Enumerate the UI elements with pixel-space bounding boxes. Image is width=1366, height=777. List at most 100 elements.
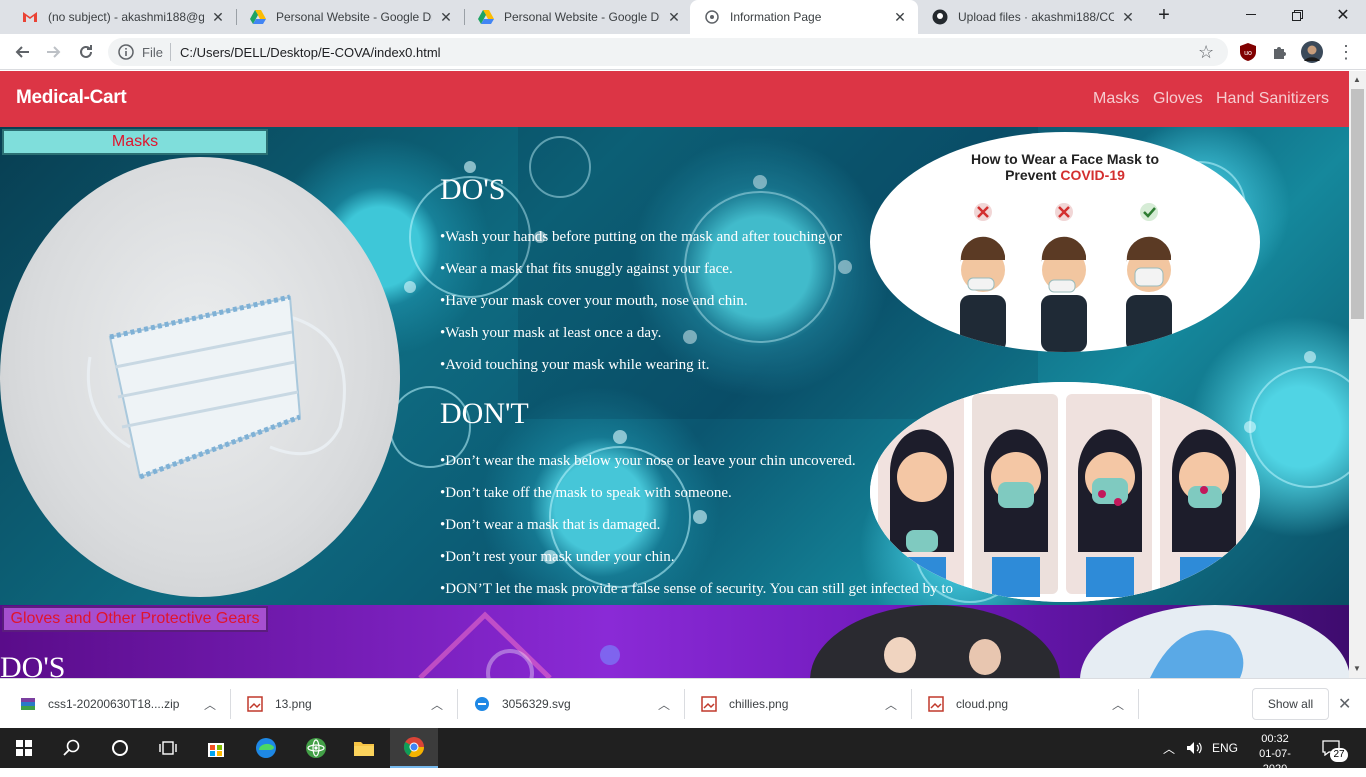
browser-tab-gmail[interactable]: (no subject) - akashmi188@gmail.com ✕ bbox=[8, 0, 236, 34]
microsoft-store-button[interactable] bbox=[192, 728, 240, 768]
download-item[interactable]: cloud.png ︿ bbox=[908, 679, 1130, 729]
person-figure bbox=[960, 236, 1006, 352]
chevron-up-icon[interactable]: ︿ bbox=[652, 696, 676, 713]
chevron-up-icon[interactable]: ︿ bbox=[198, 696, 222, 713]
browser-tab-drive-2[interactable]: Personal Website - Google Drive ✕ bbox=[464, 0, 692, 34]
start-button[interactable] bbox=[0, 728, 48, 768]
download-item[interactable]: chillies.png ︿ bbox=[681, 679, 903, 729]
volume-icon[interactable] bbox=[1186, 728, 1204, 768]
tab-title: Information Page bbox=[730, 10, 822, 24]
extensions-button[interactable] bbox=[1264, 34, 1296, 70]
forward-button[interactable] bbox=[38, 34, 70, 70]
zip-archive-icon bbox=[20, 696, 36, 712]
close-tab-icon[interactable]: ✕ bbox=[210, 9, 226, 26]
language-indicator[interactable]: ENG bbox=[1212, 728, 1238, 768]
cortana-button[interactable] bbox=[96, 728, 144, 768]
svg-file-icon bbox=[474, 696, 490, 712]
gloves-section-background: Gloves and Other Protective Gears DO'S bbox=[0, 605, 1349, 678]
image-file-icon bbox=[928, 696, 944, 712]
chrome-taskbar-button[interactable] bbox=[390, 728, 438, 768]
woman-figure bbox=[890, 429, 954, 597]
chevron-up-icon[interactable]: ︿ bbox=[425, 696, 449, 713]
woman-figure bbox=[1078, 429, 1142, 597]
close-tab-icon[interactable]: ✕ bbox=[438, 9, 454, 26]
task-view-button[interactable] bbox=[144, 728, 192, 768]
tab-title: Personal Website - Google Drive bbox=[504, 10, 660, 24]
download-item[interactable]: css1-20200630T18....zip ︿ bbox=[0, 679, 222, 729]
minimize-window-button[interactable] bbox=[1228, 0, 1274, 30]
scroll-up-arrow-icon[interactable]: ▲ bbox=[1353, 75, 1361, 84]
puzzle-icon bbox=[1274, 47, 1286, 59]
download-item[interactable]: 3056329.svg ︿ bbox=[454, 679, 676, 729]
tab-title: Personal Website - Google Drive bbox=[276, 10, 432, 24]
download-item[interactable]: 13.png ︿ bbox=[227, 679, 449, 729]
dos-item: •Avoid touching your mask while wearing … bbox=[440, 357, 710, 373]
browser-menu-button[interactable]: ⋮ bbox=[1330, 34, 1362, 70]
scroll-down-arrow-icon[interactable]: ▼ bbox=[1353, 664, 1361, 673]
notification-count-badge: 27 bbox=[1330, 748, 1348, 762]
url-text[interactable]: C:/Users/DELL/Desktop/E-COVA/index0.html bbox=[180, 45, 441, 60]
check-icon bbox=[1140, 203, 1158, 221]
mask-mistakes-illustration bbox=[870, 382, 1260, 602]
address-bar[interactable]: File C:/Users/DELL/Desktop/E-COVA/index0… bbox=[108, 38, 1228, 66]
action-center-button[interactable]: 27 bbox=[1322, 728, 1348, 768]
avatar bbox=[1301, 41, 1323, 63]
github-icon bbox=[932, 9, 948, 25]
new-tab-button[interactable]: + bbox=[1145, 0, 1183, 30]
howto-title-line1: How to Wear a Face Mask to bbox=[970, 151, 1159, 167]
omnibox-divider bbox=[170, 43, 171, 61]
restore-window-button[interactable] bbox=[1274, 0, 1320, 30]
gloves-dos-heading: DO'S bbox=[0, 651, 66, 678]
nav-link-hand-sanitizers[interactable]: Hand Sanitizers bbox=[1216, 90, 1329, 108]
howto-title: How to Wear a Face Mask to Prevent COVID… bbox=[870, 151, 1260, 183]
chevron-up-icon[interactable]: ︿ bbox=[1106, 696, 1130, 713]
browser-tab-information-page[interactable]: Information Page ✕ bbox=[690, 0, 918, 34]
chevron-up-icon[interactable]: ︿ bbox=[879, 696, 903, 713]
show-hidden-icons-chevron-icon[interactable]: ︿ bbox=[1163, 728, 1175, 768]
dos-heading: DO'S bbox=[440, 173, 506, 206]
mask-wearing-figures bbox=[960, 203, 1172, 352]
browser-tab-github[interactable]: Upload files · akashmi188/COVA ✕ bbox=[918, 0, 1146, 34]
back-button[interactable] bbox=[6, 34, 38, 70]
clock-time: 00:32 bbox=[1261, 733, 1289, 745]
nav-link-masks[interactable]: Masks bbox=[1093, 90, 1139, 108]
edge-icon bbox=[256, 738, 276, 758]
edge-browser-button[interactable] bbox=[242, 728, 290, 768]
profile-avatar[interactable] bbox=[1296, 34, 1328, 70]
close-window-button[interactable]: ✕ bbox=[1320, 0, 1366, 30]
google-drive-icon bbox=[250, 9, 266, 25]
site-brand[interactable]: Medical-Cart bbox=[16, 87, 127, 109]
close-downloads-bar-icon[interactable]: ✕ bbox=[1338, 694, 1351, 714]
browser-tab-drive-1[interactable]: Personal Website - Google Drive ✕ bbox=[236, 0, 464, 34]
donts-heading: DON'T bbox=[440, 397, 529, 430]
scrollbar-thumb[interactable] bbox=[1351, 89, 1364, 319]
nav-link-gloves[interactable]: Gloves bbox=[1153, 90, 1203, 108]
globe-icon bbox=[704, 9, 720, 25]
download-filename: cloud.png bbox=[956, 697, 1009, 711]
close-tab-icon[interactable]: ✕ bbox=[892, 9, 908, 26]
reload-button[interactable] bbox=[70, 34, 102, 70]
close-tab-icon[interactable]: ✕ bbox=[666, 9, 682, 26]
tab-title: Upload files · akashmi188/COVA bbox=[958, 10, 1114, 24]
atom-editor-button[interactable] bbox=[292, 728, 340, 768]
gmail-icon bbox=[22, 9, 38, 25]
clock[interactable]: 00:32 01-07-2020 bbox=[1252, 732, 1298, 777]
browser-toolbar: File C:/Users/DELL/Desktop/E-COVA/index0… bbox=[0, 34, 1366, 70]
file-explorer-button[interactable] bbox=[340, 728, 388, 768]
bookmark-star-icon[interactable]: ☆ bbox=[1198, 42, 1214, 63]
atom-icon bbox=[306, 738, 326, 758]
google-drive-icon bbox=[478, 9, 494, 25]
store-bag-icon bbox=[208, 743, 224, 757]
ublock-extension-button[interactable]: uo bbox=[1232, 34, 1264, 70]
close-tab-icon[interactable]: ✕ bbox=[1120, 9, 1136, 26]
dos-item: •Have your mask cover your mouth, nose a… bbox=[440, 293, 748, 309]
task-view-icon bbox=[159, 741, 177, 755]
howto-title-highlight: COVID-19 bbox=[1060, 167, 1125, 183]
page-scrollbar[interactable]: ▲ ▼ bbox=[1349, 71, 1366, 678]
web-page-viewport: Medical-Cart Masks Gloves Hand Sanitizer… bbox=[0, 71, 1349, 678]
search-button[interactable] bbox=[48, 728, 96, 768]
info-icon[interactable] bbox=[118, 44, 134, 65]
show-all-downloads-button[interactable]: Show all bbox=[1252, 688, 1329, 720]
person-figure bbox=[1126, 236, 1172, 352]
donts-item: •Don’t rest your mask under your chin. bbox=[440, 549, 675, 565]
